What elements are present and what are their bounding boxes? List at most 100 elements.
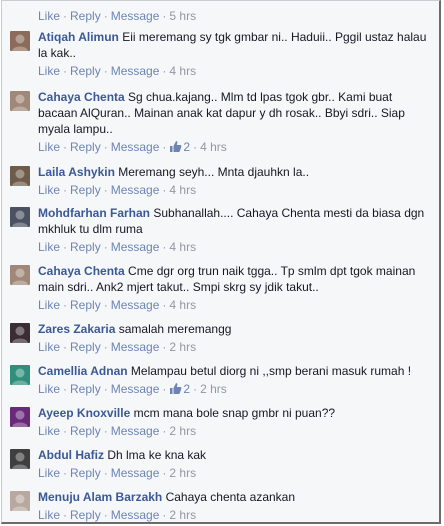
separator: ·	[162, 64, 167, 78]
like-link[interactable]: Like	[38, 340, 60, 354]
like-link[interactable]: Like	[38, 298, 60, 312]
separator: ·	[103, 424, 108, 438]
separator: ·	[103, 183, 108, 197]
message-link[interactable]: Message	[111, 508, 160, 522]
like-link[interactable]: Like	[38, 382, 60, 396]
comment-body: Laila Ashykin Meremang seyh... Mnta djau…	[38, 164, 430, 197]
avatar[interactable]	[10, 407, 30, 427]
message-link[interactable]: Message	[111, 9, 160, 23]
comment-body: Mohdfarhan Farhan Subhanallah.... Cahaya…	[38, 205, 430, 254]
thumbs-up-icon	[170, 383, 182, 394]
timestamp[interactable]: 2 hrs	[169, 466, 196, 480]
avatar[interactable]	[10, 31, 30, 51]
reply-link[interactable]: Reply	[70, 466, 101, 480]
comment-author[interactable]: Cahaya Chenta	[38, 90, 125, 104]
like-link[interactable]: Like	[38, 466, 60, 480]
comment-author[interactable]: Ayeep Knoxville	[38, 406, 130, 420]
comment-author[interactable]: Cahaya Chenta	[38, 264, 125, 278]
comment-content: Menuju Alam Barzakh Cahaya chenta azanka…	[38, 489, 430, 505]
like-link[interactable]: Like	[38, 140, 60, 154]
timestamp[interactable]: 4 hrs	[169, 183, 196, 197]
separator: ·	[162, 298, 167, 312]
message-link[interactable]: Message	[111, 240, 160, 254]
comment-actions: Like · Reply · Message · 2 hrs	[38, 508, 430, 522]
comment-actions: Like · Reply · Message · 4 hrs	[38, 64, 430, 78]
comment-author[interactable]: Menuju Alam Barzakh	[38, 490, 162, 504]
separator: ·	[103, 140, 108, 154]
avatar[interactable]	[10, 365, 30, 385]
reply-link[interactable]: Reply	[70, 240, 101, 254]
reply-link[interactable]: Reply	[70, 183, 101, 197]
reply-link[interactable]: Reply	[70, 382, 101, 396]
timestamp[interactable]: 2 hrs	[169, 340, 196, 354]
separator: ·	[103, 298, 108, 312]
comment-actions: Like · Reply · Message · 2 hrs	[38, 466, 430, 480]
message-link[interactable]: Message	[111, 298, 160, 312]
message-link[interactable]: Message	[111, 140, 160, 154]
reply-link[interactable]: Reply	[70, 64, 101, 78]
reply-link[interactable]: Reply	[70, 9, 101, 23]
comment-content: Ayeep Knoxville mcm mana bole snap gmbr …	[38, 405, 430, 421]
separator: ·	[63, 183, 68, 197]
avatar[interactable]	[10, 323, 30, 343]
comment-author[interactable]: Zares Zakaria	[38, 322, 115, 336]
like-count-value: 2	[183, 140, 191, 154]
separator: ·	[162, 240, 167, 254]
reply-link[interactable]: Reply	[70, 508, 101, 522]
separator: ·	[103, 340, 108, 354]
avatar[interactable]	[10, 91, 30, 111]
separator: ·	[162, 466, 167, 480]
avatar[interactable]	[10, 449, 30, 469]
message-link[interactable]: Message	[111, 466, 160, 480]
like-link[interactable]: Like	[38, 9, 60, 23]
comment-content: Camellia Adnan Melampau betul diorg ni ,…	[38, 363, 430, 379]
comment-content: Cahaya Chenta Sg chua.kajang.. Mlm td lp…	[38, 89, 430, 137]
separator: ·	[162, 140, 167, 154]
timestamp[interactable]: 2 hrs	[200, 382, 227, 396]
comment-body: Camellia Adnan Melampau betul diorg ni ,…	[38, 363, 430, 396]
message-link[interactable]: Message	[111, 183, 160, 197]
reply-link[interactable]: Reply	[70, 298, 101, 312]
timestamp[interactable]: 4 hrs	[169, 64, 196, 78]
profile-photo-icon	[12, 494, 28, 511]
message-link[interactable]: Message	[111, 340, 160, 354]
timestamp[interactable]: 2 hrs	[169, 508, 196, 522]
like-link[interactable]: Like	[38, 240, 60, 254]
timestamp[interactable]: 4 hrs	[169, 240, 196, 254]
separator: ·	[63, 298, 68, 312]
separator: ·	[162, 424, 167, 438]
timestamp[interactable]: 4 hrs	[200, 140, 227, 154]
separator: ·	[63, 382, 68, 396]
like-link[interactable]: Like	[38, 64, 60, 78]
comment-author[interactable]: Camellia Adnan	[38, 364, 128, 378]
timestamp[interactable]: 4 hrs	[169, 298, 196, 312]
comment-body: Cahaya Chenta Cme dgr org trun naik tgga…	[38, 263, 430, 312]
comment-author[interactable]: Laila Ashykin	[38, 165, 115, 179]
profile-photo-icon	[12, 368, 28, 385]
avatar[interactable]	[10, 491, 30, 511]
like-link[interactable]: Like	[38, 424, 60, 438]
like-count[interactable]: 2	[169, 140, 190, 154]
timestamp[interactable]: 5 hrs	[169, 9, 196, 23]
avatar[interactable]	[10, 207, 30, 227]
avatar[interactable]	[10, 166, 30, 186]
message-link[interactable]: Message	[111, 382, 160, 396]
comment-author[interactable]: Abdul Hafiz	[38, 448, 104, 462]
like-count-value: 2	[183, 382, 191, 396]
message-link[interactable]: Message	[111, 424, 160, 438]
like-link[interactable]: Like	[38, 508, 60, 522]
comment-author[interactable]: Mohdfarhan Farhan	[38, 206, 150, 220]
profile-photo-icon	[12, 210, 28, 227]
reply-link[interactable]: Reply	[70, 340, 101, 354]
like-count[interactable]: 2	[169, 382, 190, 396]
like-link[interactable]: Like	[38, 183, 60, 197]
avatar[interactable]	[10, 265, 30, 285]
comment-actions: Like · Reply · Message · 4 hrs	[38, 298, 430, 312]
comment-author[interactable]: Atiqah Alimun	[38, 30, 119, 44]
separator: ·	[193, 382, 198, 396]
reply-link[interactable]: Reply	[70, 140, 101, 154]
timestamp[interactable]: 2 hrs	[169, 424, 196, 438]
message-link[interactable]: Message	[111, 64, 160, 78]
reply-link[interactable]: Reply	[70, 424, 101, 438]
comment-body: Abdul Hafiz Dh lma ke kna kak Like · Reply ·…	[38, 447, 430, 480]
